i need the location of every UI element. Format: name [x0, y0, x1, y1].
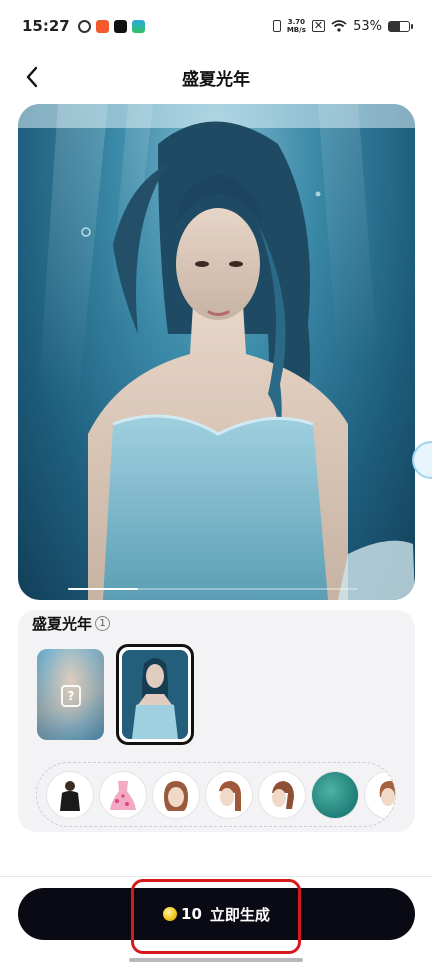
hairstyle-2-icon — [219, 780, 241, 811]
hairstyle-3-icon — [272, 780, 294, 809]
status-app-icons — [77, 19, 145, 33]
pink-dress-icon — [110, 780, 136, 810]
hairstyle-4-icon — [379, 780, 395, 811]
style-panel-title: 盛夏光年 1 — [32, 613, 111, 634]
shop-app-icon — [95, 19, 109, 33]
carousel-indicator — [68, 588, 358, 590]
coin-icon — [163, 907, 178, 921]
accessory-row — [36, 762, 396, 827]
net-speed: 3.70 MB/s — [287, 18, 306, 34]
status-right: 3.70 MB/s ✕ 53% — [272, 18, 413, 34]
battery-percent: 53% — [353, 18, 382, 34]
generate-label: 立即生成 — [209, 905, 270, 924]
battery-fill — [389, 21, 400, 31]
no-sim-icon: ✕ — [311, 19, 326, 32]
swirl-app-icon — [77, 19, 91, 33]
side-float-handle[interactable] — [412, 441, 432, 479]
battery-icon — [388, 20, 413, 32]
selected-style-thumb[interactable] — [116, 644, 194, 745]
status-time: 15:27 — [22, 17, 70, 35]
accessory-pink-dress[interactable] — [100, 771, 146, 818]
accessory-hairstyle-3[interactable] — [259, 771, 305, 818]
footer-divider — [0, 876, 432, 877]
generate-cost: 10 — [181, 905, 202, 923]
home-indicator[interactable] — [129, 958, 303, 962]
tiktok-app-icon — [113, 19, 127, 33]
map-app-icon — [131, 19, 145, 33]
accessory-hairstyle-4[interactable] — [365, 771, 395, 818]
hero-illustration — [18, 104, 415, 600]
lock-icon: ? — [61, 685, 81, 707]
style-count-badge: 1 — [95, 616, 111, 631]
page-title: 盛夏光年 — [182, 69, 250, 90]
hero-image[interactable] — [18, 104, 415, 600]
accessory-hairstyle-2[interactable] — [206, 771, 252, 818]
selected-thumb-image — [122, 650, 188, 739]
net-speed-value: 3.70 — [287, 18, 305, 26]
accessory-hairstyle-1[interactable] — [153, 771, 199, 818]
vibrate-icon — [272, 20, 281, 32]
accessory-teal-fabric[interactable] — [312, 771, 358, 818]
style-panel: 盛夏光年 1 ? — [18, 610, 415, 832]
hairstyle-1-icon — [164, 780, 188, 811]
back-button[interactable] — [18, 63, 46, 91]
status-bar: 15:27 3.70 MB/s ✕ 53% — [0, 0, 432, 52]
generate-button[interactable]: 10 立即生成 — [18, 888, 415, 940]
wifi-icon — [331, 20, 347, 32]
black-jacket-icon — [60, 780, 80, 811]
accessory-black-jacket[interactable] — [47, 771, 93, 818]
carousel-indicator-active — [68, 588, 138, 590]
chevron-left-icon — [26, 66, 38, 88]
locked-style-thumb[interactable]: ? — [37, 649, 104, 740]
selected-thumb-illustration — [122, 650, 188, 739]
style-panel-title-text: 盛夏光年 — [32, 615, 93, 633]
net-speed-unit: MB/s — [286, 26, 306, 34]
page-header: 盛夏光年 — [0, 54, 432, 100]
